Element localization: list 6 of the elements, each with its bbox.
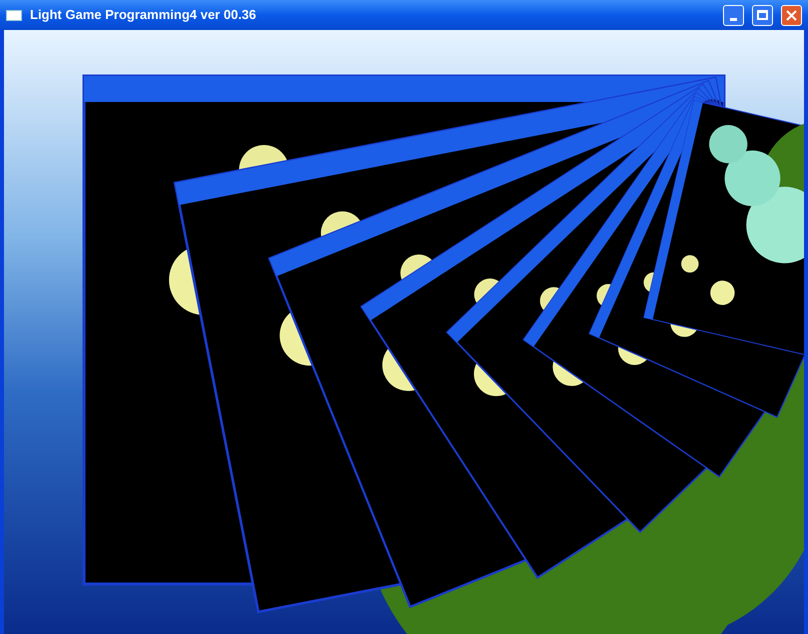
maximize-button[interactable] bbox=[752, 4, 773, 26]
window-icon bbox=[6, 10, 22, 20]
window-title: Light Game Programming4 ver 00.36 bbox=[30, 6, 258, 24]
close-icon bbox=[786, 10, 797, 20]
close-button[interactable] bbox=[781, 4, 802, 26]
minimize-button[interactable] bbox=[723, 4, 744, 26]
